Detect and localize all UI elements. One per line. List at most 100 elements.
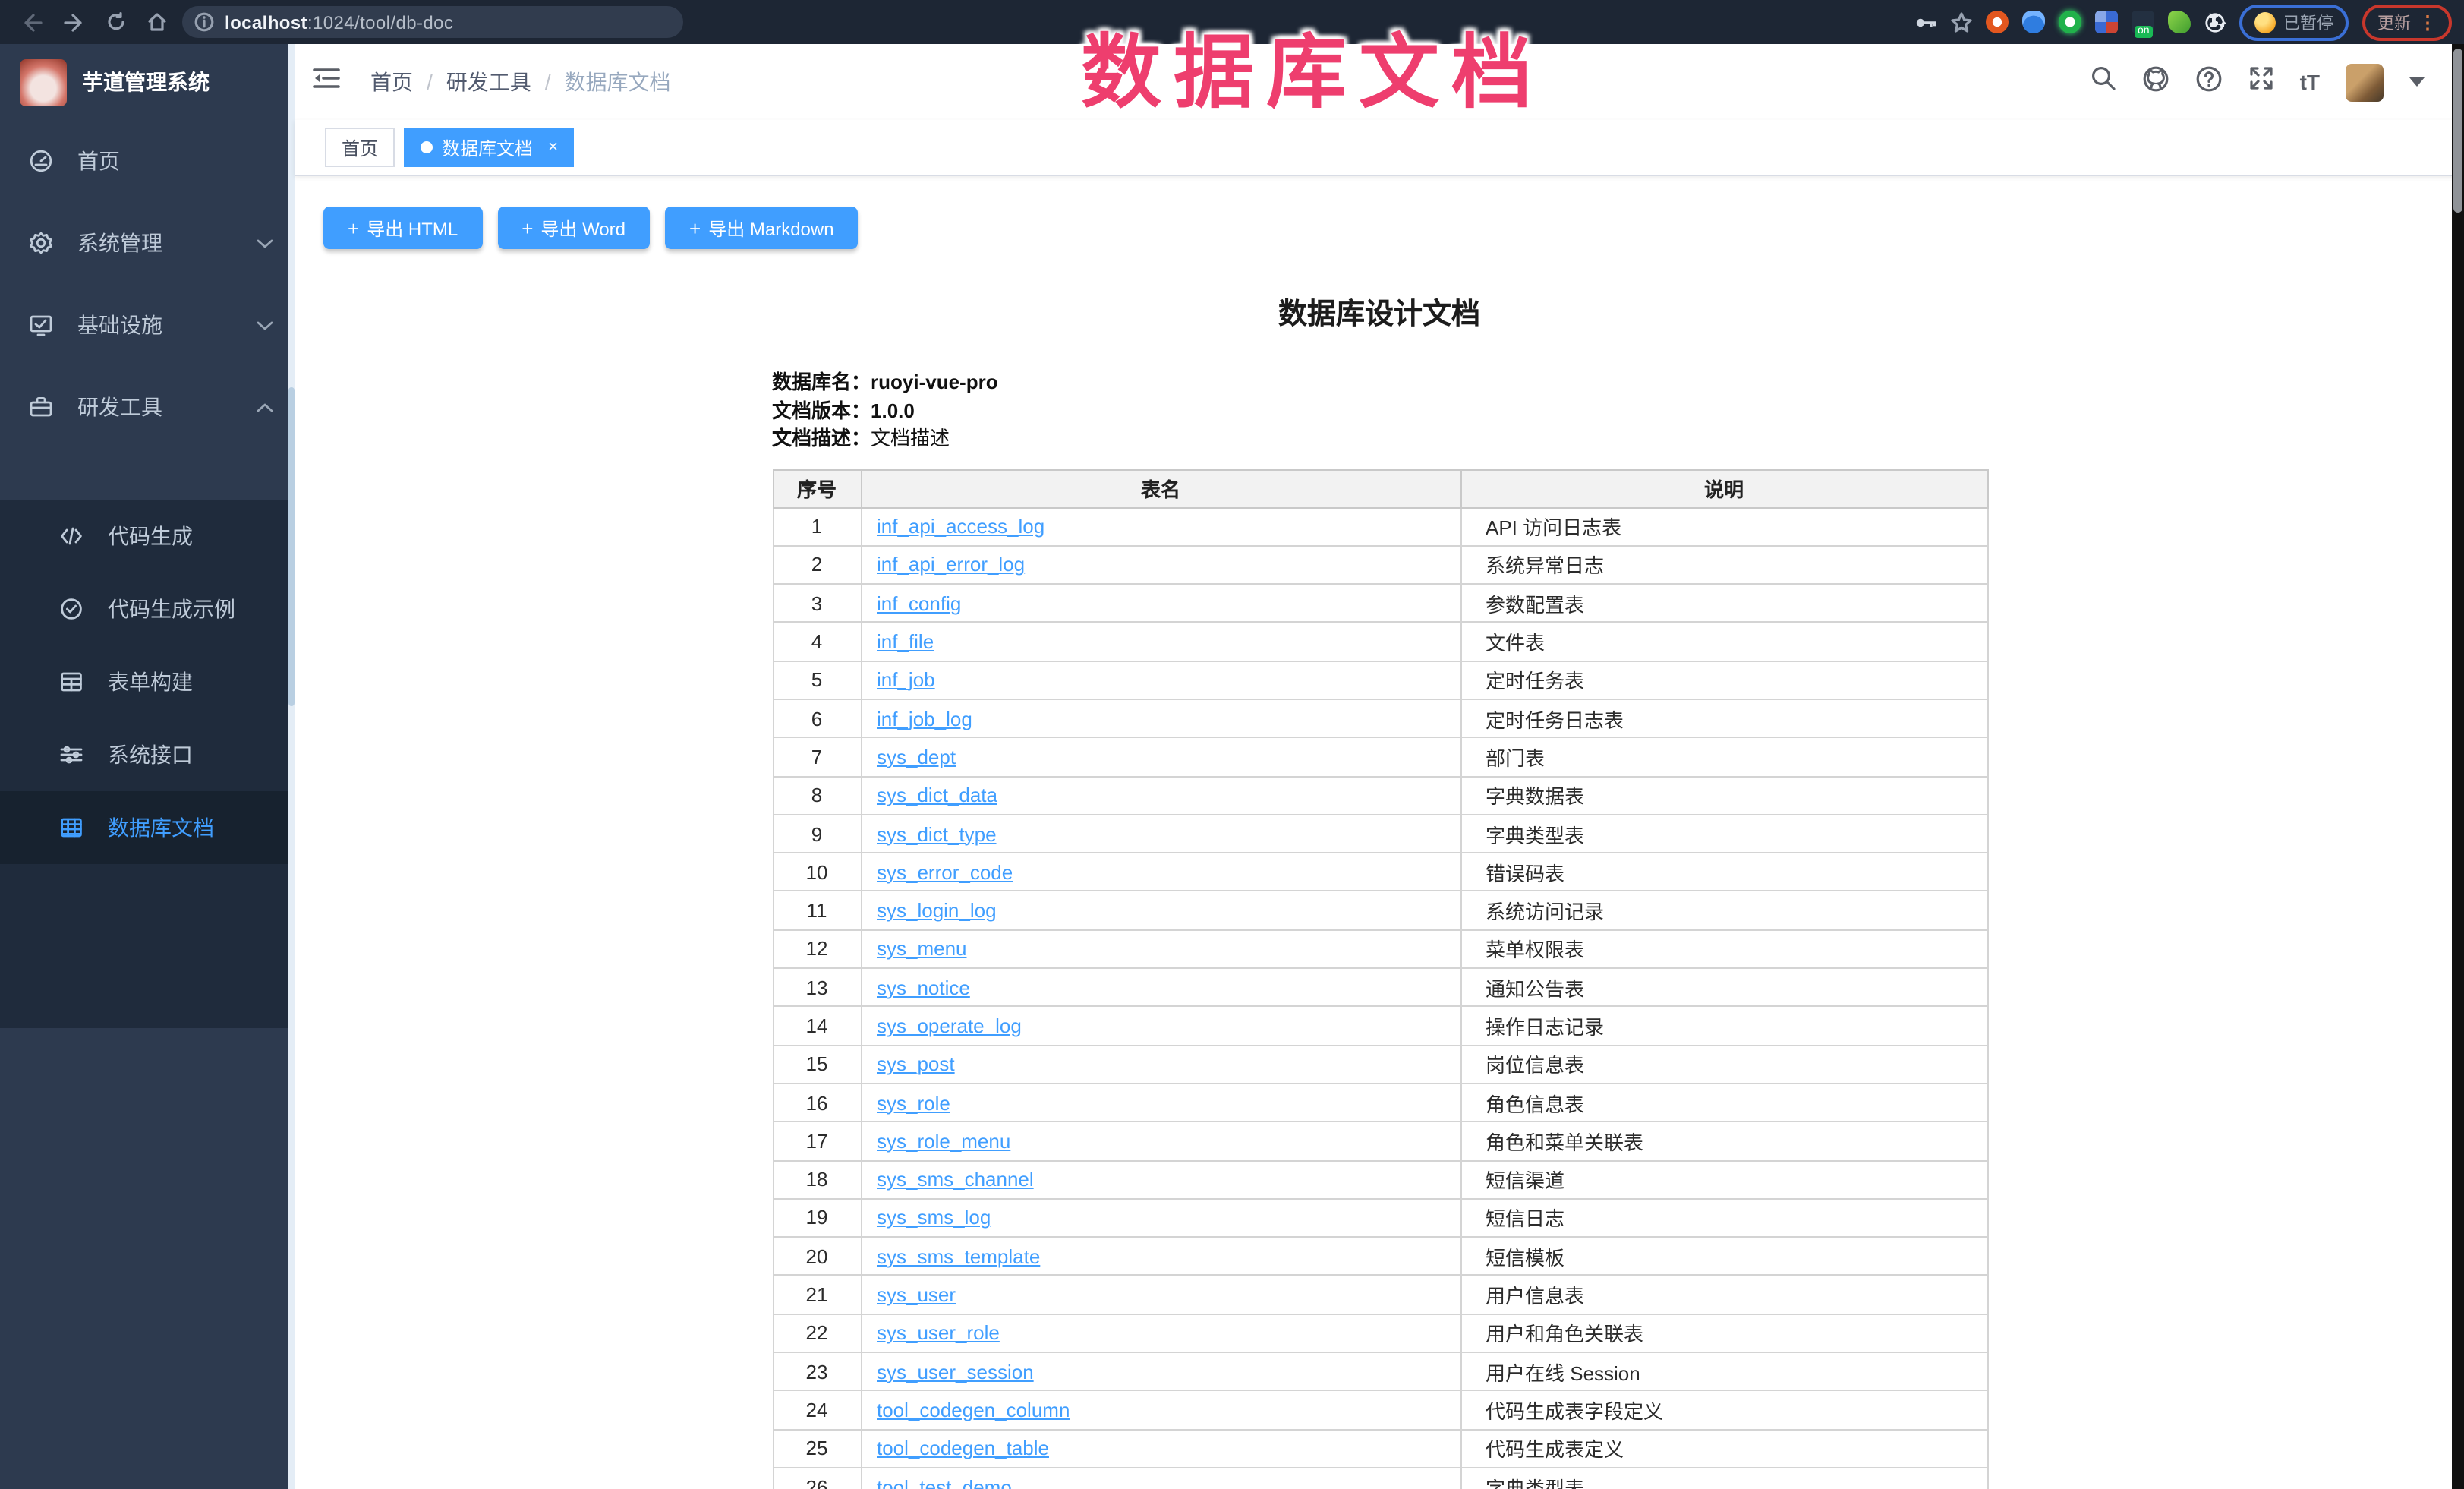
- table-name-link[interactable]: sys_sms_template: [877, 1245, 1040, 1268]
- tab-label: 首页: [342, 134, 378, 160]
- row-table-name: inf_job_log: [861, 699, 1460, 738]
- tab-home[interactable]: 首页: [325, 128, 395, 167]
- doc-table-body: 1inf_api_access_logAPI 访问日志表2inf_api_err…: [773, 507, 1987, 1489]
- row-table-name: sys_dict_data: [861, 776, 1460, 815]
- export-html-button[interactable]: + 导出 HTML: [323, 207, 482, 249]
- extension-icon[interactable]: [1986, 11, 2009, 33]
- table-name-link[interactable]: tool_codegen_column: [877, 1399, 1070, 1421]
- col-header-desc: 说明: [1460, 469, 1987, 507]
- table-name-link[interactable]: sys_error_code: [877, 861, 1013, 884]
- breadcrumb-home[interactable]: 首页: [370, 67, 413, 97]
- row-description: 错误码表: [1460, 853, 1987, 891]
- table-name-link[interactable]: sys_operate_log: [877, 1014, 1022, 1037]
- extension-icon[interactable]: [2022, 11, 2045, 33]
- table-name-link[interactable]: tool_codegen_table: [877, 1437, 1049, 1460]
- sidebar-scroll-thumb[interactable]: [288, 387, 295, 706]
- table-name-link[interactable]: sys_user: [877, 1283, 956, 1306]
- table-name-link[interactable]: sys_menu: [877, 938, 967, 961]
- row-description: 用户和角色关联表: [1460, 1314, 1987, 1352]
- github-icon[interactable]: [2142, 65, 2169, 99]
- extension-icon[interactable]: [2095, 11, 2118, 33]
- sidebar-item-form-builder[interactable]: 表单构建: [0, 645, 295, 718]
- table-name-link[interactable]: inf_api_access_log: [877, 515, 1045, 538]
- tab-close-icon[interactable]: ×: [548, 138, 558, 156]
- table-name-link[interactable]: sys_notice: [877, 976, 970, 998]
- browser-refresh-icon[interactable]: [106, 12, 126, 32]
- bookmark-star-icon[interactable]: [1951, 11, 1972, 33]
- help-icon[interactable]: [2195, 65, 2223, 99]
- table-name-link[interactable]: inf_job: [877, 669, 935, 692]
- plus-icon: +: [689, 216, 701, 239]
- breadcrumb: 首页 / 研发工具 / 数据库文档: [370, 67, 671, 97]
- extension-icon[interactable]: [2059, 11, 2081, 33]
- sidebar-collapse-icon[interactable]: [313, 67, 340, 97]
- row-description: 字典类型表: [1460, 815, 1987, 853]
- sidebar-item-infra[interactable]: 基础设施: [0, 284, 295, 366]
- sidebar-item-home[interactable]: 首页: [0, 120, 295, 202]
- button-label: 导出 HTML: [367, 215, 458, 241]
- fullscreen-icon[interactable]: [2248, 65, 2274, 99]
- search-icon[interactable]: [2091, 65, 2116, 99]
- row-description: 系统访问记录: [1460, 891, 1987, 930]
- export-word-button[interactable]: + 导出 Word: [497, 207, 650, 249]
- key-icon[interactable]: [1914, 13, 1937, 31]
- table-name-link[interactable]: sys_sms_log: [877, 1207, 991, 1229]
- address-bar[interactable]: localhost:1024/tool/db-doc: [182, 6, 683, 38]
- table-name-link[interactable]: sys_user_session: [877, 1360, 1034, 1383]
- sidebar-item-system-api[interactable]: 系统接口: [0, 718, 295, 791]
- table-name-link[interactable]: sys_post: [877, 1053, 955, 1076]
- row-description: 短信渠道: [1460, 1160, 1987, 1199]
- table-name-link[interactable]: sys_login_log: [877, 899, 997, 922]
- paused-label: 已暂停: [2283, 10, 2333, 34]
- font-size-icon[interactable]: tT: [2300, 70, 2320, 94]
- sidebar-item-label: 表单构建: [108, 667, 193, 697]
- app-logo[interactable]: 芋道管理系统: [0, 44, 295, 120]
- browser-home-icon[interactable]: [147, 12, 167, 32]
- export-markdown-button[interactable]: + 导出 Markdown: [665, 207, 859, 249]
- site-info-icon[interactable]: [194, 12, 214, 32]
- logo-image: [20, 58, 67, 106]
- sidebar-item-db-doc[interactable]: 数据库文档: [0, 791, 295, 864]
- monitor-icon: [29, 313, 53, 337]
- table-name-link[interactable]: inf_api_error_log: [877, 554, 1025, 576]
- table-row: 3inf_config参数配置表: [773, 584, 1987, 623]
- tab-db-doc[interactable]: 数据库文档 ×: [404, 128, 575, 167]
- table-row: 16sys_role角色信息表: [773, 1084, 1987, 1122]
- extension-icon[interactable]: [2168, 11, 2191, 33]
- user-menu-caret-icon[interactable]: [2409, 77, 2425, 87]
- breadcrumb-devtools[interactable]: 研发工具: [446, 67, 531, 97]
- sidebar-item-system[interactable]: 系统管理: [0, 202, 295, 284]
- table-name-link[interactable]: sys_sms_channel: [877, 1168, 1034, 1191]
- sidebar-item-codegen[interactable]: 代码生成: [0, 500, 295, 573]
- browser-menu-icon[interactable]: ⋮: [2418, 13, 2437, 31]
- browser-update-button[interactable]: 更新 ⋮: [2362, 4, 2452, 40]
- row-description: 字典类型表: [1460, 1468, 1987, 1489]
- sidebar-scrollbar[interactable]: [288, 44, 295, 1489]
- table-name-link[interactable]: inf_file: [877, 630, 934, 653]
- table-name-link[interactable]: sys_dict_type: [877, 822, 997, 845]
- browser-back-icon[interactable]: [21, 13, 43, 31]
- page-scroll-thumb[interactable]: [2453, 49, 2462, 213]
- table-name-link[interactable]: sys_dept: [877, 746, 956, 768]
- sidebar-item-codegen-example[interactable]: 代码生成示例: [0, 573, 295, 645]
- table-name-link[interactable]: inf_job_log: [877, 707, 972, 730]
- row-number: 23: [773, 1352, 861, 1391]
- meta-doc-desc: 文档描述：文档描述: [772, 425, 1987, 453]
- table-name-link[interactable]: sys_role_menu: [877, 1130, 1010, 1153]
- table-name-link[interactable]: sys_role: [877, 1091, 950, 1114]
- sliders-icon: [59, 743, 83, 767]
- table-name-link[interactable]: sys_dict_data: [877, 784, 997, 806]
- user-avatar[interactable]: [2346, 63, 2384, 101]
- table-name-link[interactable]: tool_test_demo: [877, 1475, 1012, 1489]
- table-row: 7sys_dept部门表: [773, 738, 1987, 777]
- extension-on-icon[interactable]: on: [2132, 11, 2154, 33]
- sidebar-item-devtools[interactable]: 研发工具: [0, 366, 295, 448]
- tab-label: 数据库文档: [442, 134, 533, 160]
- table-name-link[interactable]: inf_config: [877, 591, 961, 614]
- extension-paused-badge[interactable]: 已暂停: [2239, 4, 2349, 40]
- row-number: 8: [773, 776, 861, 815]
- page-scrollbar[interactable]: [2452, 44, 2464, 1489]
- browser-forward-icon[interactable]: [64, 13, 85, 31]
- extensions-puzzle-icon[interactable]: [2204, 11, 2226, 33]
- table-name-link[interactable]: sys_user_role: [877, 1322, 1000, 1345]
